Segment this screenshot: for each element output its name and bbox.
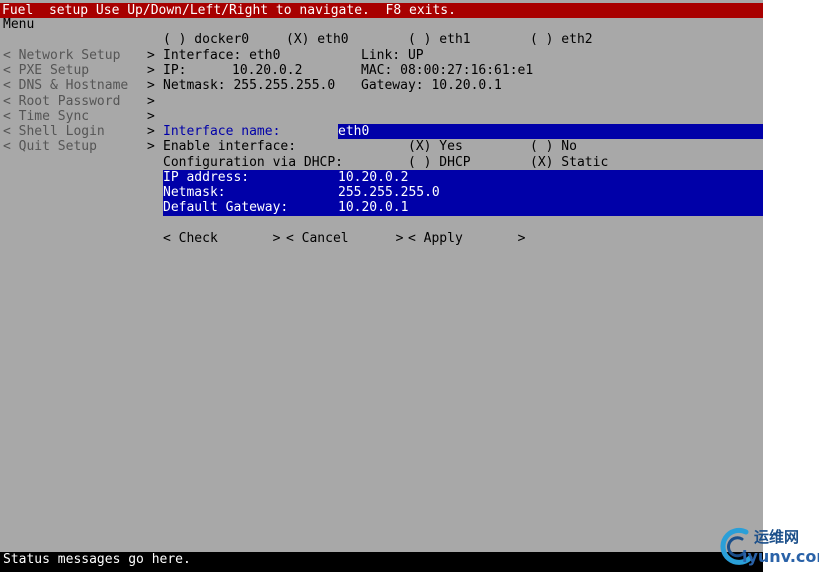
interface-name-field[interactable]: eth0 (338, 124, 763, 139)
default-gateway-label: Default Gateway: (163, 200, 289, 215)
info-gateway: Gateway: 10.20.0.1 (361, 78, 502, 93)
watermark-en-text: iyunv.com (742, 547, 819, 566)
sidebar-item-shell-login[interactable]: < Shell Login (3, 124, 105, 139)
sidebar-item-quit-setup[interactable]: < Quit Setup (3, 139, 97, 154)
info-mac: MAC: 08:00:27:16:61:e1 (361, 63, 534, 78)
dhcp-radio[interactable]: ( ) DHCP (408, 155, 471, 170)
info-ip-value: 10.20.0.2 (232, 63, 303, 78)
interface-radio-docker0[interactable]: ( ) docker0 (163, 32, 249, 47)
static-radio[interactable]: (X) Static (530, 155, 608, 170)
netmask-field[interactable]: 255.255.255.0 (338, 185, 440, 200)
sidebar-arrow: > (147, 94, 155, 109)
info-interface: Interface: eth0 (163, 48, 281, 63)
sidebar-item-pxe-setup[interactable]: < PXE Setup (3, 63, 89, 78)
sidebar-arrow: > (147, 124, 155, 139)
status-bar: Status messages go here. (0, 552, 763, 572)
enable-interface-label: Enable interface: (163, 139, 297, 154)
sidebar-item-dns-hostname[interactable]: < DNS & Hostname (3, 78, 128, 93)
sidebar-arrow: > (147, 48, 155, 63)
menu-label: Menu (3, 17, 35, 32)
interface-radio-eth2[interactable]: ( ) eth2 (530, 32, 593, 47)
sidebar-item-network-setup[interactable]: < Network Setup (3, 48, 120, 63)
dhcp-config-label: Configuration via DHCP: (163, 155, 344, 170)
default-gateway-field[interactable]: 10.20.0.1 (338, 200, 408, 215)
info-netmask: Netmask: 255.255.255.0 (163, 78, 336, 93)
ip-address-label: IP address: (163, 170, 250, 185)
sidebar-arrow: > (147, 78, 155, 93)
info-link: Link: UP (361, 48, 424, 63)
watermark-cn-text: 运维网 (754, 528, 800, 546)
ip-address-field[interactable]: 10.20.0.2 (338, 170, 408, 185)
apply-button[interactable]: < Apply > (408, 231, 525, 246)
sidebar-arrow: > (147, 109, 155, 124)
cancel-button[interactable]: < Cancel > (286, 231, 403, 246)
sidebar-arrow: > (147, 139, 155, 154)
site-watermark: 运维网 iyunv.com (714, 524, 819, 570)
info-ip-label: IP: (163, 63, 187, 78)
sidebar-item-time-sync[interactable]: < Time Sync (3, 109, 89, 124)
enable-no-radio[interactable]: ( ) No (530, 139, 577, 154)
netmask-label: Netmask: (163, 185, 226, 200)
interface-radio-eth1[interactable]: ( ) eth1 (408, 32, 471, 47)
console-screen: Fuel setup Use Up/Down/Left/Right to nav… (0, 0, 763, 572)
interface-radio-eth0[interactable]: (X) eth0 (286, 32, 349, 47)
enable-yes-radio[interactable]: (X) Yes (408, 139, 463, 154)
sidebar-item-root-password[interactable]: < Root Password (3, 94, 120, 109)
interface-name-label: Interface name: (163, 124, 281, 139)
sidebar-arrow: > (147, 63, 155, 78)
title-bar: Fuel setup Use Up/Down/Left/Right to nav… (0, 3, 763, 18)
check-button[interactable]: < Check > (163, 231, 280, 246)
